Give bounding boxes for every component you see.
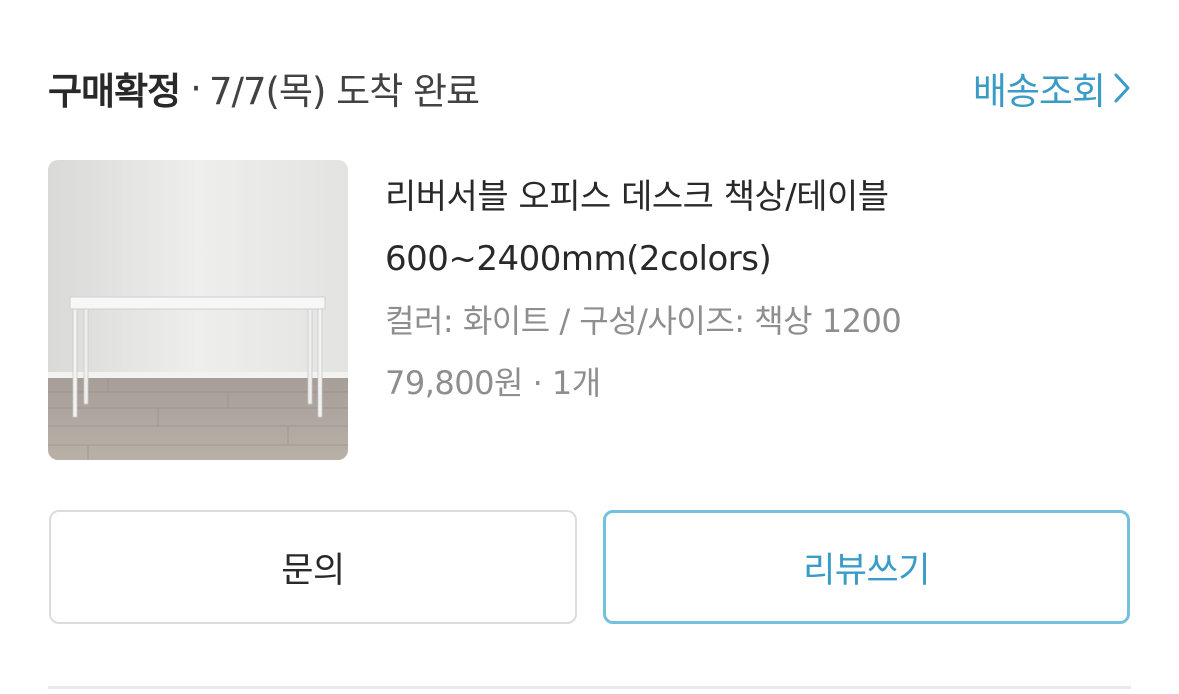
product-card[interactable]: 리버서블 오피스 데스크 책상/테이블 600~2400mm(2colors) … bbox=[48, 160, 1131, 460]
order-status: 구매확정 · 7/7(목) 도착 완료 bbox=[48, 61, 480, 115]
inquiry-button-label: 문의 bbox=[281, 550, 345, 591]
chevron-right-icon bbox=[1114, 73, 1130, 103]
product-info: 리버서블 오피스 데스크 책상/테이블 600~2400mm(2colors) … bbox=[385, 166, 1085, 414]
section-divider bbox=[48, 686, 1131, 689]
purchase-confirmed-label: 구매확정 bbox=[48, 70, 181, 113]
track-delivery-link[interactable]: 배송조회 bbox=[973, 61, 1131, 115]
product-thumbnail[interactable] bbox=[48, 160, 348, 460]
desk-image bbox=[48, 160, 348, 460]
arrival-date: 7/7(목) 도착 완료 bbox=[208, 70, 480, 113]
product-option: 컬러: 화이트 / 구성/사이즈: 책상 1200 bbox=[385, 302, 902, 340]
write-review-button-label: 리뷰쓰기 bbox=[803, 550, 930, 591]
order-header: 구매확정 · 7/7(목) 도착 완료 배송조회 bbox=[48, 60, 1131, 116]
product-name-line2: 600~2400mm(2colors) bbox=[385, 239, 772, 279]
status-separator: · bbox=[190, 66, 202, 110]
product-name-line1: 리버서블 오피스 데스크 책상/테이블 bbox=[385, 177, 889, 217]
track-delivery-label: 배송조회 bbox=[972, 70, 1106, 113]
write-review-button[interactable]: 리뷰쓰기 bbox=[603, 510, 1130, 624]
inquiry-button[interactable]: 문의 bbox=[49, 510, 577, 624]
product-price-qty: 79,800원 · 1개 bbox=[385, 364, 601, 402]
